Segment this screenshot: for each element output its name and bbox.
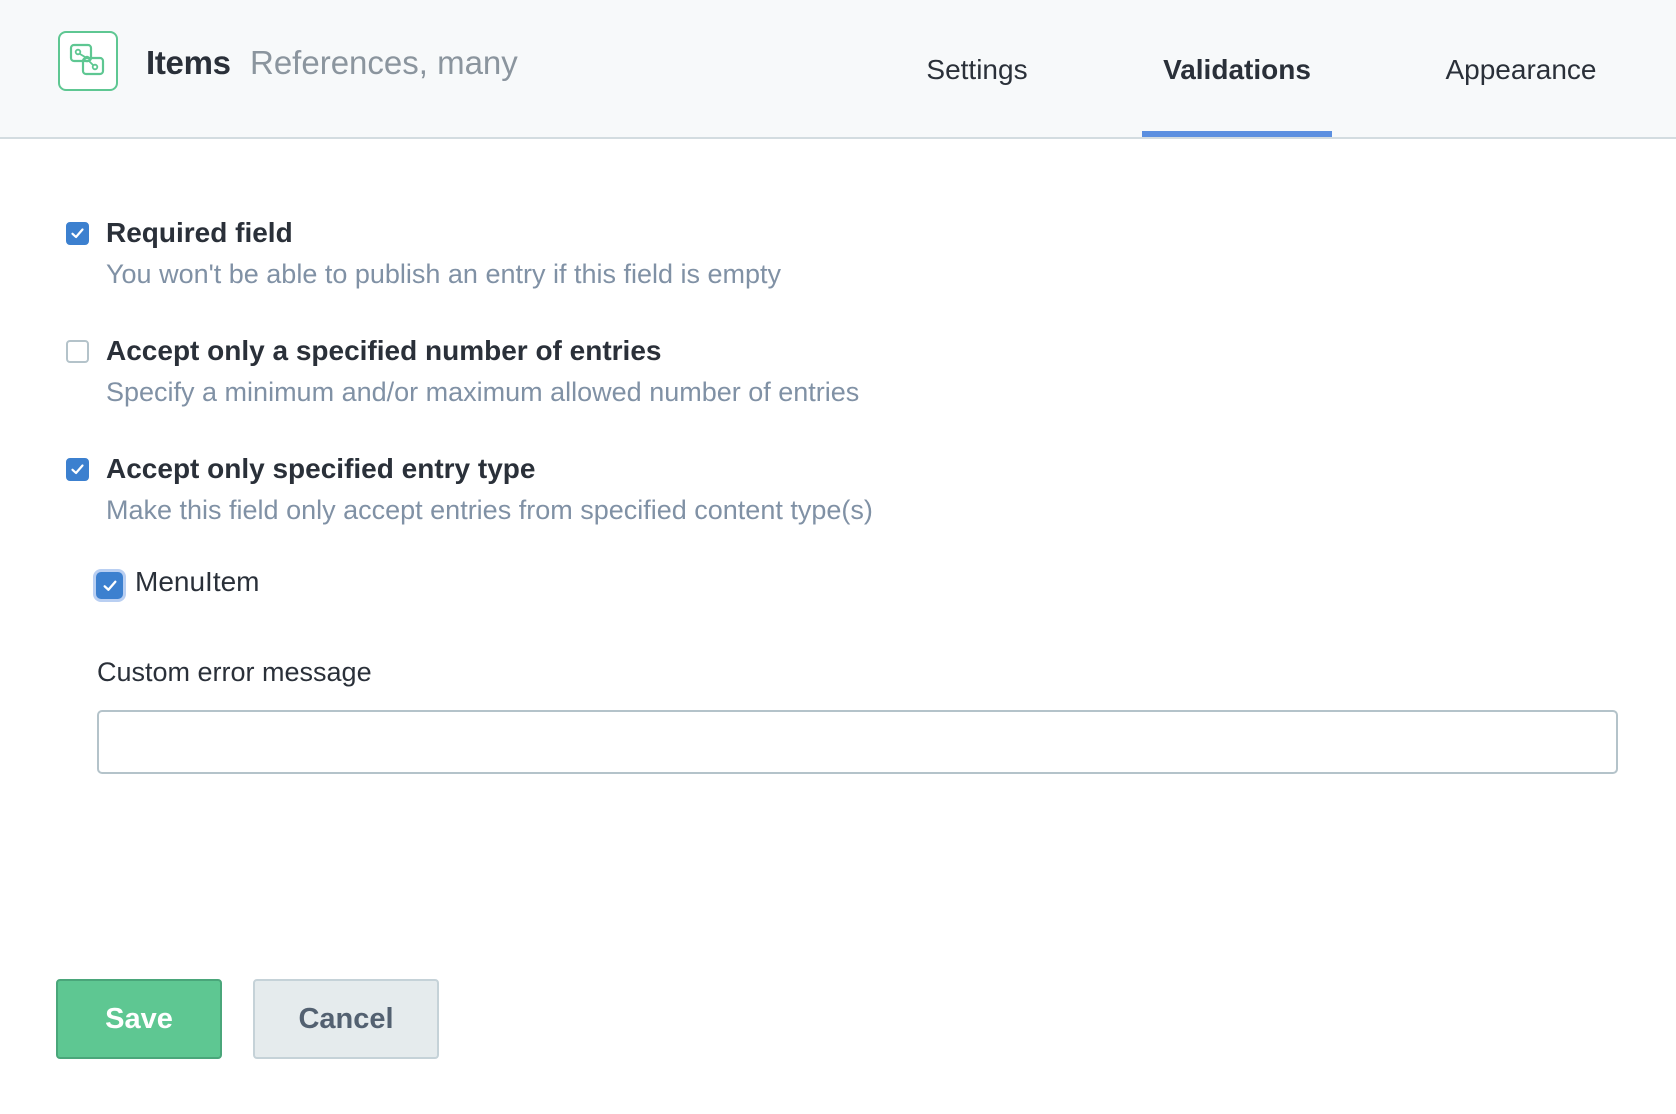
entry-type-checkbox[interactable] — [66, 458, 89, 481]
active-tab-indicator — [1142, 131, 1332, 137]
tab-appearance[interactable]: Appearance — [1430, 0, 1612, 139]
content-type-menuitem-label[interactable]: MenuItem — [135, 566, 260, 598]
number-of-entries-description: Specify a minimum and/or maximum allowed… — [106, 377, 860, 407]
number-of-entries-checkbox[interactable] — [66, 340, 89, 363]
content-type-menuitem-checkbox[interactable] — [96, 572, 123, 599]
entry-type-title[interactable]: Accept only specified entry type — [106, 453, 535, 485]
field-name: Items — [146, 44, 231, 81]
custom-error-input[interactable] — [97, 710, 1618, 774]
field-editor-header: Items References, many Settings Validati… — [0, 0, 1676, 139]
cancel-button[interactable]: Cancel — [253, 979, 439, 1059]
check-icon — [71, 464, 84, 475]
custom-error-label: Custom error message — [97, 657, 372, 687]
required-checkbox[interactable] — [66, 222, 89, 245]
check-icon — [71, 228, 84, 239]
tab-settings[interactable]: Settings — [902, 0, 1052, 139]
entry-type-description: Make this field only accept entries from… — [106, 495, 873, 525]
field-type: References, many — [250, 44, 518, 81]
tab-validations[interactable]: Validations — [1142, 0, 1332, 139]
references-icon — [58, 31, 118, 91]
required-title[interactable]: Required field — [106, 217, 293, 249]
required-description: You won't be able to publish an entry if… — [106, 259, 782, 289]
save-button[interactable]: Save — [56, 979, 222, 1059]
number-of-entries-title[interactable]: Accept only a specified number of entrie… — [106, 335, 661, 367]
check-icon — [102, 580, 117, 591]
